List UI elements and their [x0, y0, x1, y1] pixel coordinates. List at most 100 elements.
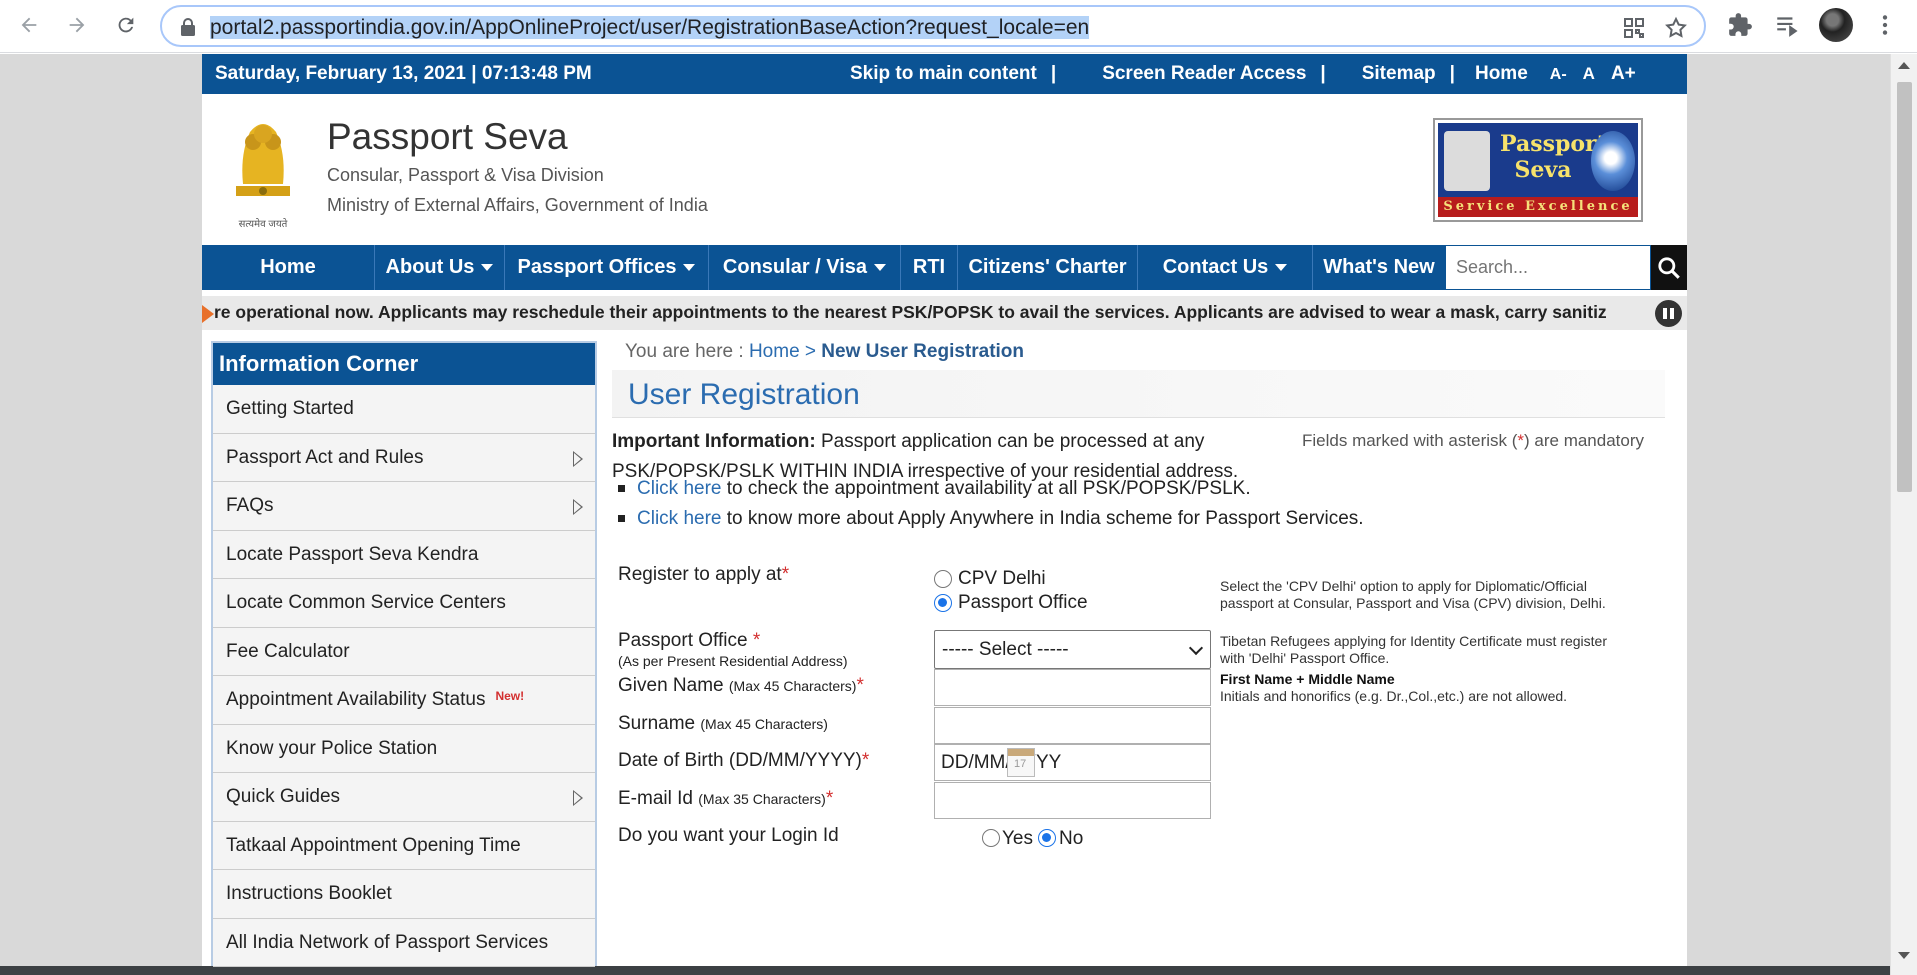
profile-avatar[interactable]	[1819, 8, 1853, 42]
appointment-availability-link[interactable]: Click here	[637, 478, 721, 499]
radio-cpv-delhi[interactable]	[934, 570, 952, 588]
radio-login-yes[interactable]	[982, 829, 1000, 847]
back-button[interactable]	[14, 10, 44, 40]
radio-login-no[interactable]	[1038, 829, 1056, 847]
bookmark-star-icon[interactable]	[1664, 16, 1688, 40]
calendar-icon[interactable]: 17	[1007, 748, 1035, 777]
sidebar-item-locate-csc[interactable]: Locate Common Service Centers	[213, 579, 595, 628]
more-options-icon[interactable]	[1872, 12, 1898, 38]
back-arrow-icon	[21, 17, 37, 33]
sidebar-item-locate-psk[interactable]: Locate Passport Seva Kendra	[213, 530, 595, 579]
required-asterisk: *	[861, 750, 870, 771]
nav-contact-us-label: Contact Us	[1162, 256, 1269, 278]
font-increase-button[interactable]: A+	[1611, 63, 1636, 84]
sidebar-item-passport-act[interactable]: Passport Act and Rules	[213, 433, 595, 482]
caret-down-icon	[1275, 264, 1288, 272]
sidebar-item-appointment-status[interactable]: Appointment Availability Status New!	[213, 676, 595, 725]
cpv-delhi-label[interactable]: CPV Delhi	[958, 568, 1046, 590]
nav-whats-new-label: What's New	[1323, 256, 1435, 278]
top-home-link[interactable]: Home	[1475, 63, 1528, 84]
news-ticker: re operational now. Applicants may resch…	[202, 296, 1687, 330]
apply-anywhere-link[interactable]: Click here	[637, 508, 721, 529]
breadcrumb-prefix: You are here :	[625, 341, 749, 362]
nav-consular-visa[interactable]: Consular / Visa	[709, 245, 901, 290]
login-yes-label[interactable]: Yes	[1002, 828, 1033, 850]
nav-passport-offices-label: Passport Offices	[517, 256, 677, 278]
sidebar-item-network[interactable]: All India Network of Passport Services	[213, 918, 595, 967]
sidebar-item-tatkaal[interactable]: Tatkaal Appointment Opening Time	[213, 821, 595, 870]
given-name-input[interactable]	[934, 669, 1211, 706]
help-line: passport at Consular, Passport and Visa …	[1220, 595, 1606, 611]
scroll-up-arrow-icon[interactable]	[1898, 62, 1910, 69]
field-hint: (Max 35 Characters)	[698, 791, 826, 807]
address-bar[interactable]: portal2.passportindia.gov.in/AppOnlinePr…	[160, 5, 1706, 47]
caret-down-icon	[874, 264, 887, 272]
nav-rti[interactable]: RTI	[901, 245, 958, 290]
sidebar-item-police-station[interactable]: Know your Police Station	[213, 724, 595, 773]
passport-office-label: Passport Office *	[618, 630, 760, 652]
logo-tagline: Service Excellence	[1438, 197, 1638, 217]
logo-seal	[1444, 131, 1490, 191]
screen-reader-link[interactable]: Screen Reader Access	[1102, 63, 1306, 84]
sidebar-item-faqs[interactable]: FAQs	[213, 482, 595, 531]
media-queue-icon[interactable]	[1774, 12, 1800, 38]
url-text[interactable]: portal2.passportindia.gov.in/AppOnlinePr…	[210, 16, 1090, 40]
reload-button[interactable]	[111, 10, 141, 40]
forward-button[interactable]	[62, 10, 92, 40]
required-asterisk: *	[825, 788, 834, 809]
nav-contact-us[interactable]: Contact Us	[1138, 245, 1313, 290]
forward-arrow-icon	[69, 17, 85, 33]
surname-label: Surname (Max 45 Characters)	[618, 713, 828, 735]
sidebar-item-label: All India Network of Passport Services	[226, 931, 549, 953]
extensions-icon[interactable]	[1727, 12, 1753, 38]
logo-panel: Passport Seva Service Excellence	[1438, 123, 1638, 217]
field-label-text: Surname	[618, 713, 701, 734]
chevron-down-icon	[1188, 640, 1204, 656]
surname-input[interactable]	[934, 707, 1211, 744]
search-input[interactable]	[1446, 246, 1650, 289]
list-item: Click here to know more about Apply Anyw…	[618, 504, 1364, 534]
ticker-pause-button[interactable]	[1655, 300, 1682, 327]
site-container: Saturday, February 13, 2021 | 07:13:48 P…	[202, 54, 1687, 967]
logo-title: Passport Seva	[1500, 131, 1607, 183]
field-label-text: Passport Office	[618, 630, 753, 651]
ticker-arrow-icon	[202, 305, 214, 323]
field-label-text: E-mail Id	[618, 788, 699, 809]
help-line: Tibetan Refugees applying for Identity C…	[1220, 633, 1608, 649]
required-asterisk: *	[781, 564, 790, 585]
site-subtitle-ministry: Ministry of External Affairs, Government…	[327, 195, 708, 215]
scroll-down-arrow-icon[interactable]	[1898, 952, 1910, 959]
login-no-label[interactable]: No	[1059, 828, 1083, 850]
nav-about-us[interactable]: About Us	[375, 245, 505, 290]
nav-whats-new[interactable]: What's New	[1313, 245, 1445, 290]
radio-passport-office[interactable]	[934, 594, 952, 612]
field-hint: (Max 45 Characters)	[728, 678, 857, 694]
breadcrumb-home-link[interactable]: Home	[749, 341, 800, 362]
nav-passport-offices[interactable]: Passport Offices	[505, 245, 709, 290]
dob-input[interactable]	[934, 744, 1211, 781]
nav-citizens-charter[interactable]: Citizens' Charter	[958, 245, 1138, 290]
sidebar-item-fee-calculator[interactable]: Fee Calculator	[213, 627, 595, 676]
skip-to-main-link[interactable]: Skip to main content	[850, 63, 1037, 84]
search-button[interactable]	[1651, 245, 1687, 290]
sidebar-item-getting-started[interactable]: Getting Started	[213, 385, 595, 434]
passport-office-select[interactable]: ----- Select -----	[934, 630, 1211, 669]
sidebar-item-instructions[interactable]: Instructions Booklet	[213, 870, 595, 919]
field-label-text: Date of Birth (DD/MM/YYYY)	[618, 750, 862, 771]
scrollbar-thumb[interactable]	[1897, 82, 1912, 492]
qr-code-icon[interactable]	[1622, 16, 1646, 40]
vertical-scrollbar[interactable]	[1890, 54, 1917, 975]
email-input[interactable]	[934, 782, 1211, 819]
page-heading-bar: User Registration	[612, 370, 1665, 418]
nav-home[interactable]: Home	[202, 245, 375, 290]
passport-office-option-label[interactable]: Passport Office	[958, 592, 1088, 614]
page-title: User Registration	[628, 378, 860, 411]
pause-icon	[1670, 308, 1674, 319]
font-decrease-button[interactable]: A-	[1550, 66, 1567, 83]
sidebar-item-quick-guides[interactable]: Quick Guides	[213, 773, 595, 822]
sitemap-link[interactable]: Sitemap	[1362, 63, 1436, 84]
new-badge: New!	[495, 689, 525, 703]
font-normal-button[interactable]: A	[1583, 64, 1595, 83]
help-line: with 'Delhi' Passport Office.	[1220, 650, 1390, 666]
bullet-text: to know more about Apply Anywhere in Ind…	[721, 508, 1364, 529]
